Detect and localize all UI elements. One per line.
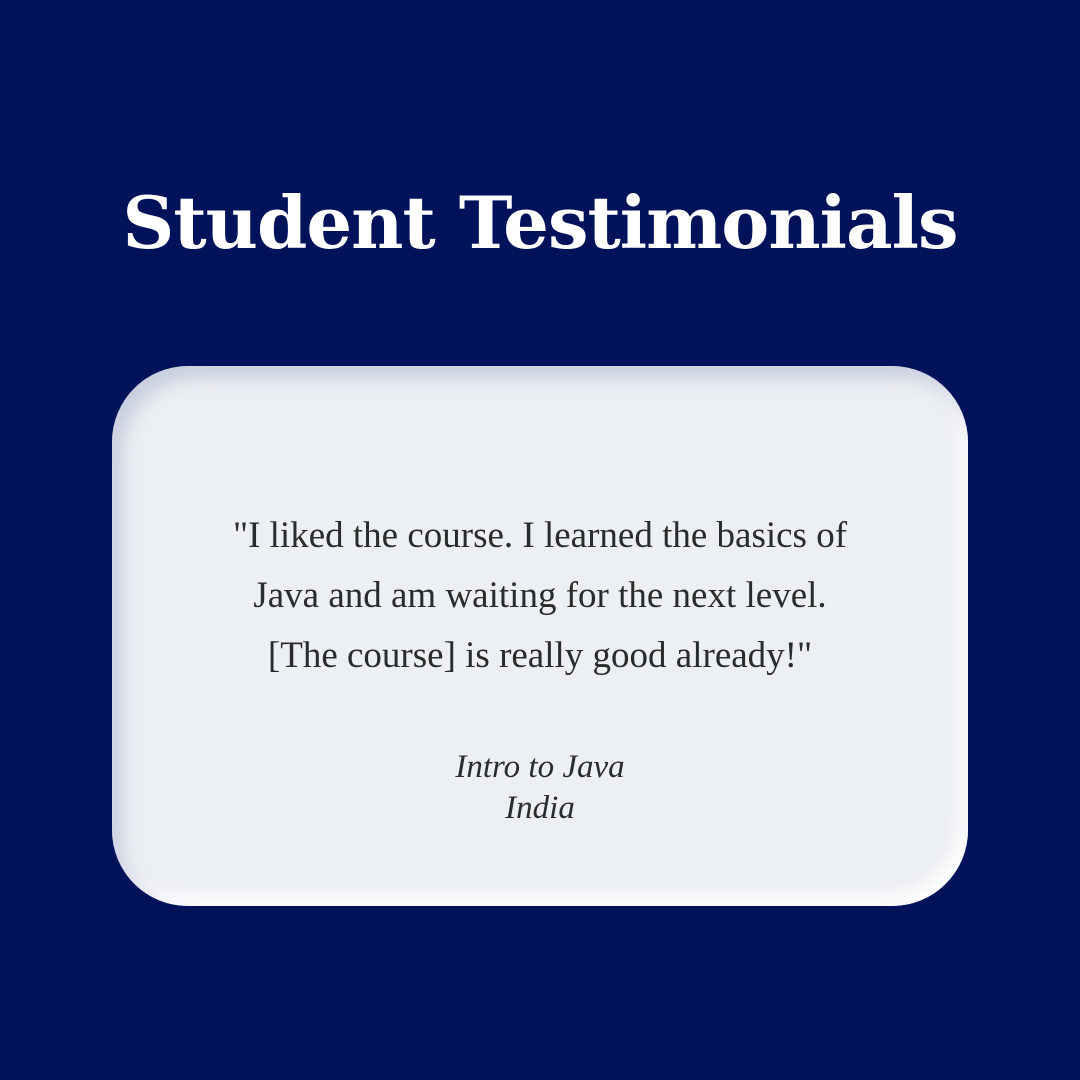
student-country: India [505, 790, 575, 826]
course-name: Intro to Java [455, 749, 625, 785]
page-title: Student Testimonials [122, 180, 958, 265]
quote-line: Java and am waiting for the next level. [253, 575, 827, 616]
testimonial-page: Student Testimonials "I liked the course… [0, 0, 1080, 1080]
quote-line: [The course] is really good already!" [267, 635, 813, 676]
quote-line: "I liked the course. I learned the basic… [232, 515, 848, 556]
testimonial-attribution: Intro to Java India [112, 747, 968, 829]
testimonial-quote: "I liked the course. I learned the basic… [152, 506, 928, 686]
testimonial-card: "I liked the course. I learned the basic… [112, 366, 968, 906]
